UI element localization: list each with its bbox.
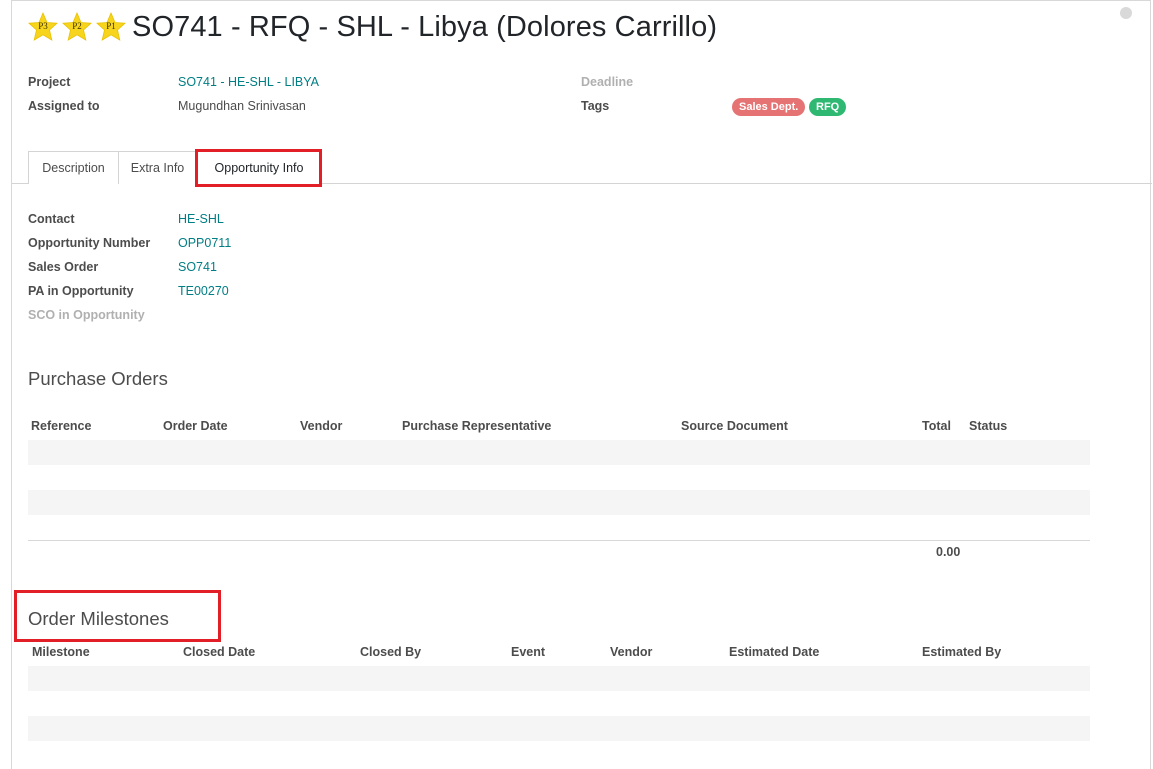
tags-label: Tags bbox=[581, 99, 610, 113]
milestone-column-estimated-by[interactable]: Estimated By bbox=[922, 645, 1001, 659]
po-column-reference[interactable]: Reference bbox=[31, 419, 91, 433]
milestone-column-vendor[interactable]: Vendor bbox=[610, 645, 652, 659]
opportunity-number-label: Opportunity Number bbox=[28, 236, 151, 250]
table-row bbox=[28, 716, 1090, 741]
status-dot[interactable] bbox=[1120, 7, 1132, 19]
record-title[interactable]: SO741 - RFQ - SHL - Libya (Dolores Carri… bbox=[132, 11, 717, 44]
priority-star-label: P2 bbox=[72, 21, 82, 31]
milestone-column-closed-by[interactable]: Closed By bbox=[360, 645, 421, 659]
sales-order-link[interactable]: SO741 bbox=[178, 260, 217, 274]
po-column-status[interactable]: Status bbox=[969, 419, 1007, 433]
contact-label: Contact bbox=[28, 212, 75, 226]
purchase-orders-title: Purchase Orders bbox=[28, 368, 168, 389]
assigned-to-value[interactable]: Mugundhan Srinivasan bbox=[178, 99, 306, 113]
deadline-label: Deadline bbox=[581, 75, 634, 89]
tab-extra-info[interactable]: Extra Info bbox=[118, 151, 197, 184]
tab-description[interactable]: Description bbox=[28, 151, 119, 184]
po-column-purchase-representative[interactable]: Purchase Representative bbox=[402, 419, 551, 433]
priority-star-label: P1 bbox=[106, 21, 116, 31]
table-row bbox=[28, 440, 1090, 465]
table-row bbox=[28, 490, 1090, 515]
po-column-order-date[interactable]: Order Date bbox=[163, 419, 228, 433]
opportunity-number-link[interactable]: OPP0711 bbox=[178, 236, 231, 250]
milestone-column-estimated-date[interactable]: Estimated Date bbox=[729, 645, 819, 659]
notebook-tabs: Description Extra Info Opportunity Info bbox=[12, 151, 1152, 184]
assigned-to-label: Assigned to bbox=[28, 99, 100, 113]
po-column-vendor[interactable]: Vendor bbox=[300, 419, 342, 433]
po-column-total[interactable]: Total bbox=[922, 419, 951, 433]
priority-star-label: P3 bbox=[38, 21, 48, 31]
project-label: Project bbox=[28, 75, 71, 89]
table-footer-divider bbox=[28, 540, 1090, 541]
pa-in-opportunity-link[interactable]: TE00270 bbox=[178, 284, 229, 298]
sales-order-label: Sales Order bbox=[28, 260, 99, 274]
title-row: P3 P2 P1 SO741 - RFQ - SHL - Libya (Dolo… bbox=[28, 7, 717, 47]
milestone-column-event[interactable]: Event bbox=[511, 645, 545, 659]
priority-star-icon[interactable]: P1 bbox=[96, 12, 126, 42]
tag-sales-dept[interactable]: Sales Dept. bbox=[732, 98, 806, 116]
po-total-value: 0.00 bbox=[936, 545, 961, 559]
contact-link[interactable]: HE-SHL bbox=[178, 212, 224, 226]
project-link[interactable]: SO741 - HE-SHL - LIBYA bbox=[178, 75, 319, 89]
table-row bbox=[28, 666, 1090, 691]
milestone-column-milestone[interactable]: Milestone bbox=[32, 645, 90, 659]
po-column-source-document[interactable]: Source Document bbox=[681, 419, 788, 433]
highlight-box-tab bbox=[195, 149, 322, 187]
milestone-column-closed-date[interactable]: Closed Date bbox=[183, 645, 255, 659]
sco-in-opportunity-label: SCO in Opportunity bbox=[28, 308, 145, 322]
tag-rfq[interactable]: RFQ bbox=[809, 98, 847, 116]
priority-star-icon[interactable]: P3 bbox=[28, 12, 58, 42]
order-milestones-title: Order Milestones bbox=[28, 608, 169, 629]
form-sheet: P3 P2 P1 SO741 - RFQ - SHL - Libya (Dolo… bbox=[11, 0, 1152, 769]
priority-star-icon[interactable]: P2 bbox=[62, 12, 92, 42]
pa-in-opportunity-label: PA in Opportunity bbox=[28, 284, 134, 298]
